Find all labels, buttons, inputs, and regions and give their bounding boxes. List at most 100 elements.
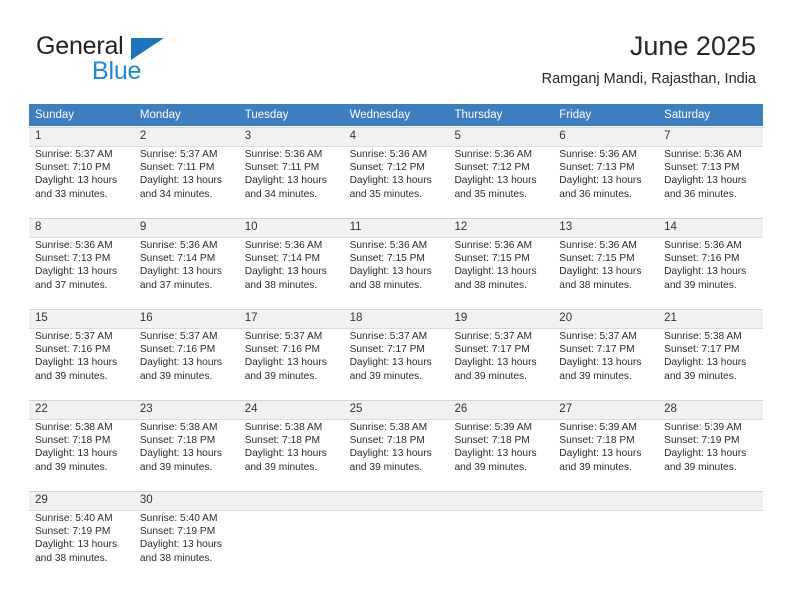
day-cell[interactable]: 7 Sunrise: 5:36 AM Sunset: 7:13 PM Dayli… [658,127,763,217]
daylight-text-line1: Daylight: 13 hours [454,175,537,187]
day-cell[interactable]: 10 Sunrise: 5:36 AM Sunset: 7:14 PM Dayl… [239,218,344,308]
day-cell-empty [448,491,553,579]
day-cell[interactable]: 20 Sunrise: 5:37 AM Sunset: 7:17 PM Dayl… [553,309,658,399]
daylight-text-line1: Daylight: 13 hours [35,357,118,369]
sunrise-text: Sunrise: 5:39 AM [454,422,533,433]
day-cell[interactable]: 5 Sunrise: 5:36 AM Sunset: 7:12 PM Dayli… [448,127,553,217]
general-blue-logo[interactable]: General Blue [36,32,256,88]
day-cell[interactable]: 1 Sunrise: 5:37 AM Sunset: 7:10 PM Dayli… [29,127,134,217]
daylight-text-line1: Daylight: 13 hours [559,357,642,369]
daylight-text-line1: Daylight: 13 hours [244,266,327,278]
day-cell[interactable]: 16 Sunrise: 5:37 AM Sunset: 7:16 PM Dayl… [134,309,239,399]
sunrise-text: Sunrise: 5:36 AM [454,240,533,251]
sunrise-text: Sunrise: 5:40 AM [35,513,113,524]
day-cell[interactable]: 8 Sunrise: 5:36 AM Sunset: 7:13 PM Dayli… [29,218,134,308]
day-cell[interactable]: 27 Sunrise: 5:39 AM Sunset: 7:18 PM Dayl… [553,400,658,490]
day-cell[interactable]: 3 Sunrise: 5:36 AM Sunset: 7:11 PM Dayli… [239,127,344,217]
day-number: 18 [349,312,363,324]
day-cell[interactable]: 9 Sunrise: 5:36 AM Sunset: 7:14 PM Dayli… [134,218,239,308]
sunset-text: Sunset: 7:18 PM [349,435,425,447]
day-cell[interactable]: 25 Sunrise: 5:38 AM Sunset: 7:18 PM Dayl… [344,400,449,490]
daylight-text-line2: and 34 minutes. [244,188,318,200]
day-cell[interactable]: 14 Sunrise: 5:36 AM Sunset: 7:16 PM Dayl… [658,218,763,308]
daylight-text-line2: and 39 minutes. [559,461,632,473]
weekday-header-wednesday: Wednesday [349,109,411,121]
daylight-text-line2: and 39 minutes. [664,461,737,473]
daylight-text-line2: and 39 minutes. [349,370,423,382]
day-cell[interactable]: 13 Sunrise: 5:36 AM Sunset: 7:15 PM Dayl… [553,218,658,308]
day-cell[interactable]: 11 Sunrise: 5:36 AM Sunset: 7:15 PM Dayl… [344,218,449,308]
day-cell[interactable]: 29 Sunrise: 5:40 AM Sunset: 7:19 PM Dayl… [29,491,134,579]
day-number: 2 [139,130,147,142]
day-cell[interactable]: 18 Sunrise: 5:37 AM Sunset: 7:17 PM Dayl… [344,309,449,399]
daylight-text-line1: Daylight: 13 hours [244,175,327,187]
daylight-text-line2: and 39 minutes. [35,370,108,382]
sunset-text: Sunset: 7:19 PM [664,435,740,447]
day-cell[interactable]: 15 Sunrise: 5:37 AM Sunset: 7:16 PM Dayl… [29,309,134,399]
sunrise-text: Sunrise: 5:37 AM [139,331,218,342]
day-cell[interactable]: 26 Sunrise: 5:39 AM Sunset: 7:18 PM Dayl… [448,400,553,490]
day-details: Sunrise: 5:36 AM Sunset: 7:13 PM Dayligh… [559,148,652,201]
sunset-text: Sunset: 7:11 PM [244,162,320,174]
day-cell[interactable]: 4 Sunrise: 5:36 AM Sunset: 7:12 PM Dayli… [344,127,449,217]
daylight-text-line2: and 36 minutes. [559,188,632,200]
sunset-text: Sunset: 7:12 PM [349,162,425,174]
day-number: 16 [139,312,153,324]
sunrise-text: Sunrise: 5:37 AM [244,331,323,342]
sunrise-text: Sunrise: 5:36 AM [349,149,428,160]
day-details: Sunrise: 5:36 AM Sunset: 7:15 PM Dayligh… [454,239,547,292]
daylight-text-line2: and 34 minutes. [139,188,213,200]
day-number: 26 [454,403,468,415]
daylight-text-line1: Daylight: 13 hours [244,357,327,369]
sunset-text: Sunset: 7:16 PM [244,344,321,356]
day-cell[interactable]: 28 Sunrise: 5:39 AM Sunset: 7:19 PM Dayl… [658,400,763,490]
daylight-text-line2: and 33 minutes. [35,188,108,200]
day-cell[interactable]: 24 Sunrise: 5:38 AM Sunset: 7:18 PM Dayl… [239,400,344,490]
sunset-text: Sunset: 7:19 PM [139,526,216,538]
sunset-text: Sunset: 7:18 PM [559,435,635,447]
day-cell[interactable]: 2 Sunrise: 5:37 AM Sunset: 7:11 PM Dayli… [134,127,239,217]
week-row: 1 Sunrise: 5:37 AM Sunset: 7:10 PM Dayli… [29,126,763,217]
week-row: 15 Sunrise: 5:37 AM Sunset: 7:16 PM Dayl… [29,308,763,399]
daylight-text-line2: and 37 minutes. [139,279,213,291]
sunset-text: Sunset: 7:15 PM [559,253,635,265]
daylight-text-line2: and 36 minutes. [664,188,737,200]
sunset-text: Sunset: 7:17 PM [454,344,530,356]
day-number: 17 [244,312,258,324]
day-cell[interactable]: 30 Sunrise: 5:40 AM Sunset: 7:19 PM Dayl… [134,491,239,579]
day-cell[interactable]: 21 Sunrise: 5:38 AM Sunset: 7:17 PM Dayl… [658,309,763,399]
day-number: 28 [664,403,677,415]
day-details: Sunrise: 5:37 AM Sunset: 7:16 PM Dayligh… [140,330,233,383]
day-details: Sunrise: 5:37 AM Sunset: 7:16 PM Dayligh… [245,330,338,383]
day-cell[interactable]: 19 Sunrise: 5:37 AM Sunset: 7:17 PM Dayl… [448,309,553,399]
daylight-text-line2: and 39 minutes. [35,461,108,473]
sunrise-text: Sunrise: 5:36 AM [244,240,323,251]
sunrise-text: Sunrise: 5:36 AM [35,240,113,251]
daylight-text-line1: Daylight: 13 hours [664,448,747,460]
weekday-header-monday: Monday [139,109,181,121]
day-number: 5 [454,130,461,142]
day-cell[interactable]: 6 Sunrise: 5:36 AM Sunset: 7:13 PM Dayli… [553,127,658,217]
sunrise-text: Sunrise: 5:37 AM [139,149,218,160]
sunset-text: Sunset: 7:17 PM [559,344,635,356]
weekday-header-thursday: Thursday [454,109,503,121]
day-cell[interactable]: 12 Sunrise: 5:36 AM Sunset: 7:15 PM Dayl… [448,218,553,308]
daylight-text-line1: Daylight: 13 hours [139,175,222,187]
day-number: 30 [139,494,153,506]
sunset-text: Sunset: 7:15 PM [349,253,425,265]
daylight-text-line1: Daylight: 13 hours [559,448,642,460]
day-number: 4 [349,130,356,142]
sunset-text: Sunset: 7:17 PM [349,344,425,356]
day-number: 8 [35,221,42,233]
daylight-text-line1: Daylight: 13 hours [454,266,537,278]
sunrise-text: Sunrise: 5:36 AM [349,240,428,251]
week-row: 29 Sunrise: 5:40 AM Sunset: 7:19 PM Dayl… [29,490,763,579]
day-cell[interactable]: 22 Sunrise: 5:38 AM Sunset: 7:18 PM Dayl… [29,400,134,490]
day-number: 24 [244,403,258,415]
week-row: 8 Sunrise: 5:36 AM Sunset: 7:13 PM Dayli… [29,217,763,308]
day-number: 15 [35,312,48,324]
day-cell[interactable]: 17 Sunrise: 5:37 AM Sunset: 7:16 PM Dayl… [239,309,344,399]
day-cell[interactable]: 23 Sunrise: 5:38 AM Sunset: 7:18 PM Dayl… [134,400,239,490]
day-cell-empty [239,491,344,579]
daylight-text-line1: Daylight: 13 hours [559,175,642,187]
